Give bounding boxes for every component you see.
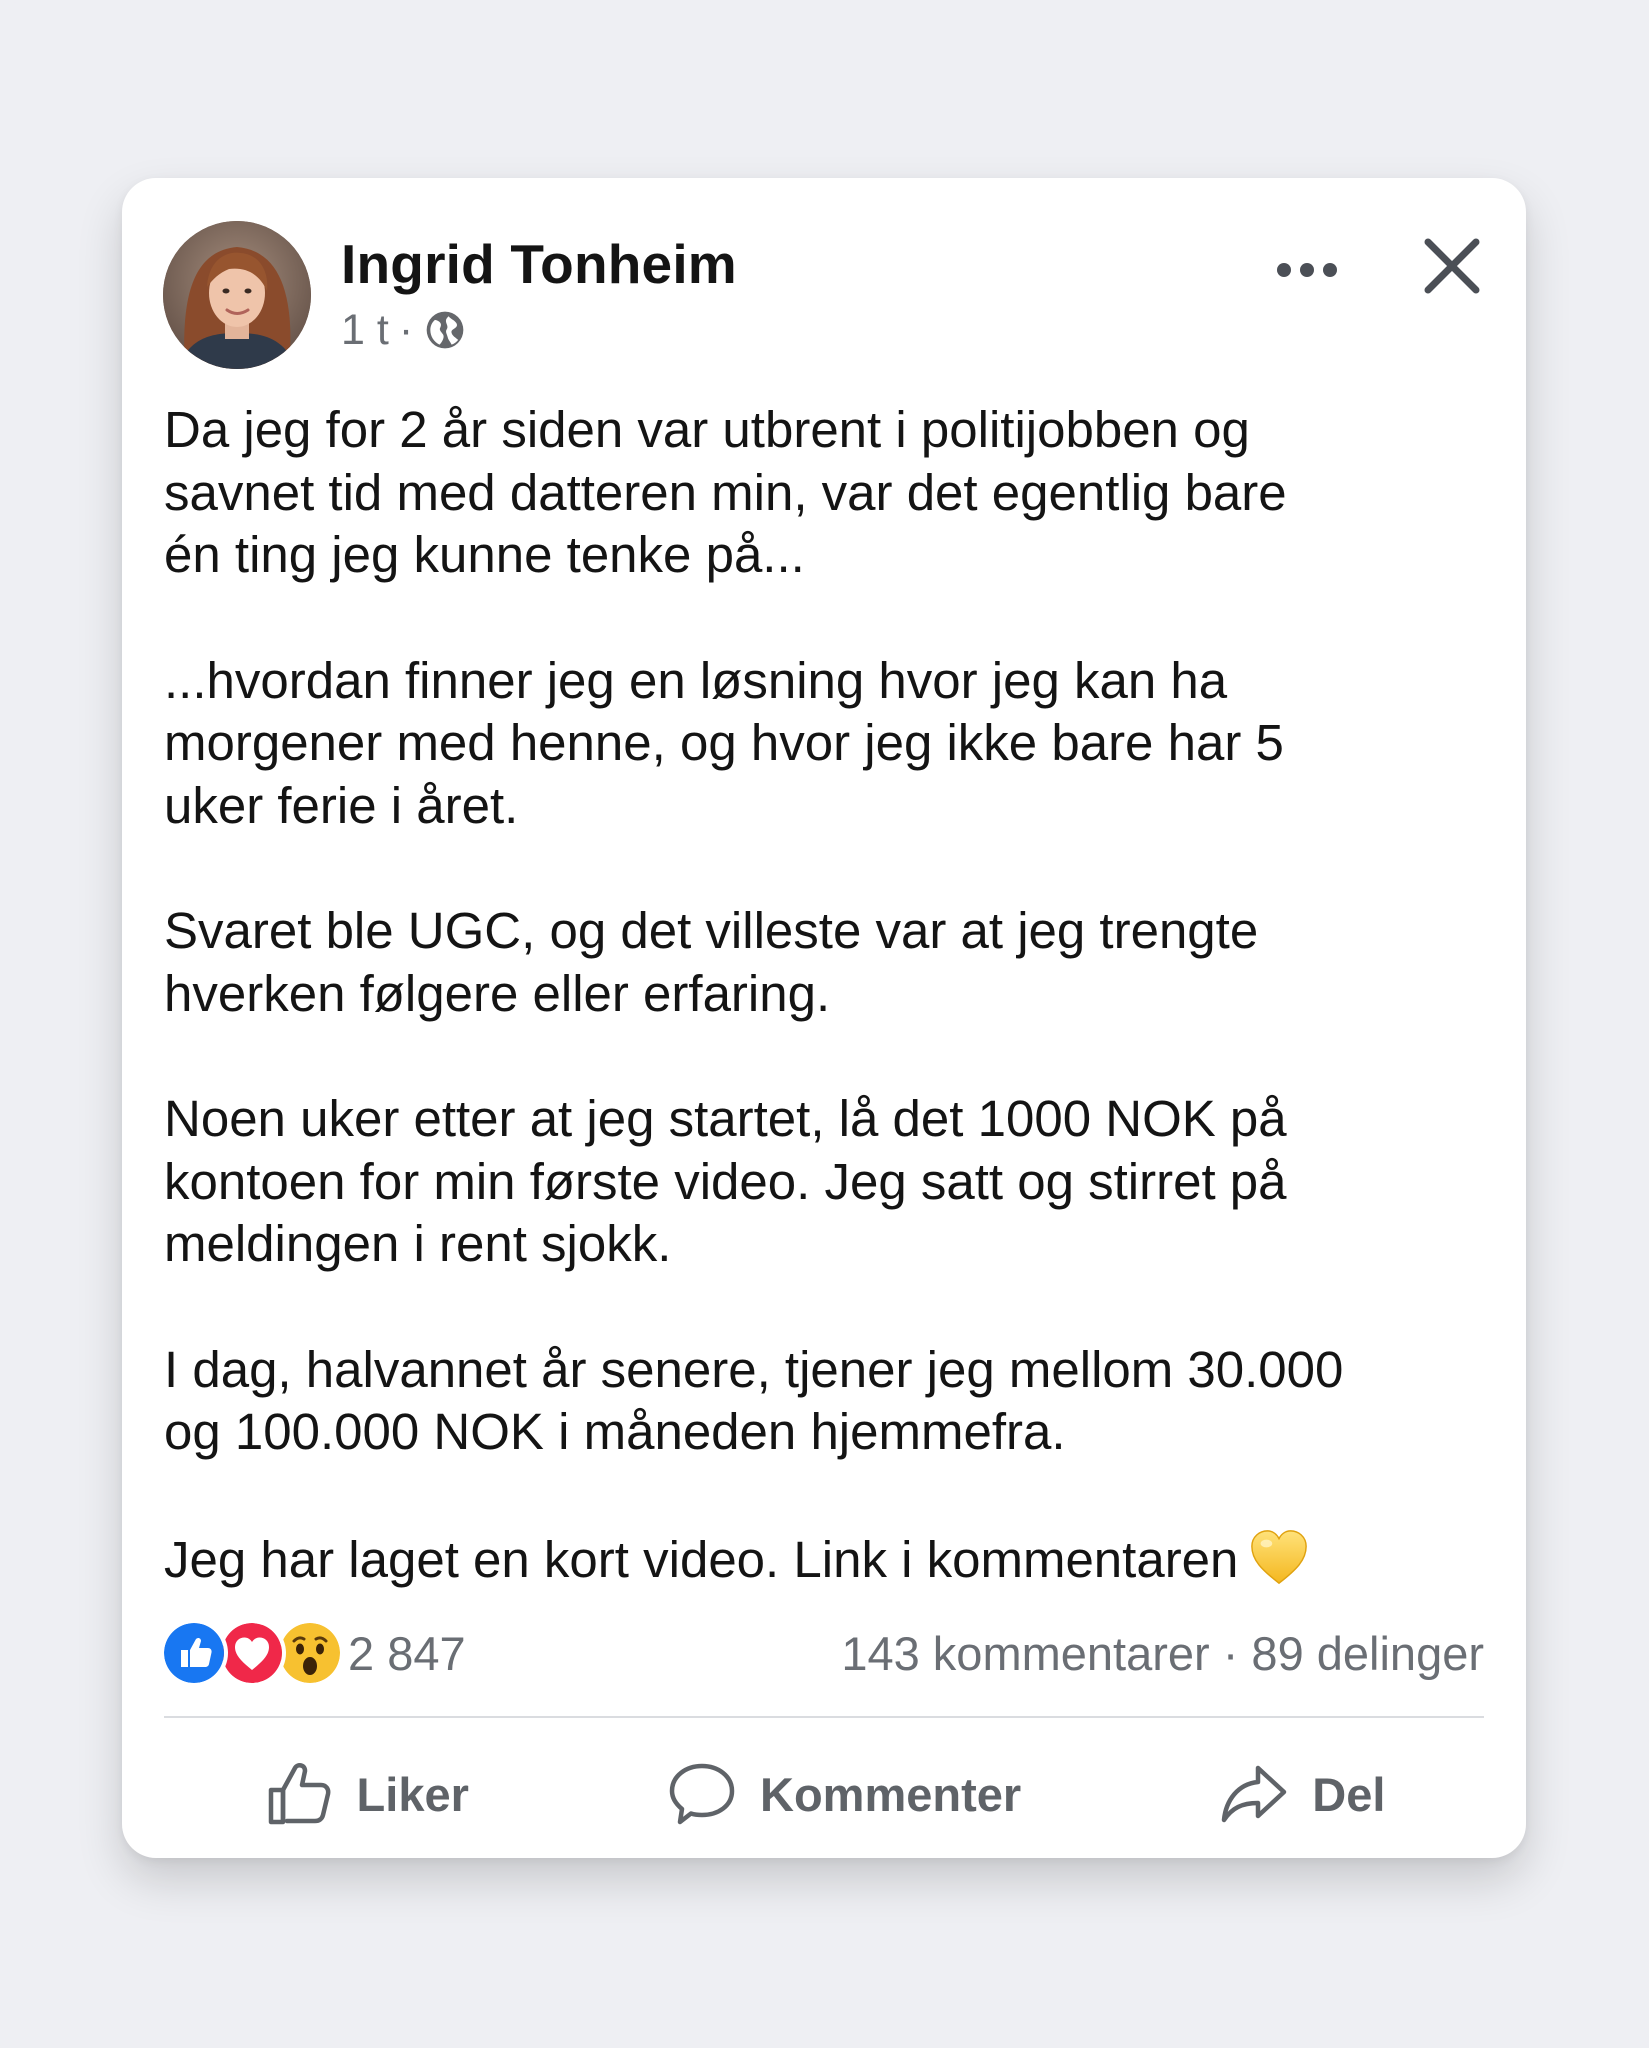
comment-label: Kommenter xyxy=(760,1767,1022,1821)
more-options-button[interactable] xyxy=(1262,248,1352,292)
like-button[interactable]: Liker xyxy=(243,1752,489,1836)
post-card: Ingrid Tonheim 1 t · Da jeg for 2 år sid… xyxy=(122,178,1526,1858)
avatar[interactable] xyxy=(163,221,311,369)
comment-button[interactable]: Kommenter xyxy=(646,1752,1041,1836)
author-name[interactable]: Ingrid Tonheim xyxy=(341,232,737,296)
action-bar: Liker Kommenter Del xyxy=(164,1748,1484,1840)
divider xyxy=(164,1716,1484,1718)
avatar-photo xyxy=(163,221,311,369)
comments-shares-count[interactable]: 143 kommentarer · 89 delinger xyxy=(841,1626,1484,1681)
share-arrow-icon xyxy=(1222,1765,1287,1823)
post-meta: 1 t · xyxy=(341,304,467,356)
share-button[interactable]: Del xyxy=(1198,1752,1405,1836)
post-paragraph: I dag, halvannet år senere, tjener jeg m… xyxy=(164,1340,1344,1461)
comment-bubble-icon xyxy=(669,1763,735,1825)
close-icon xyxy=(1424,238,1480,294)
share-label: Del xyxy=(1312,1767,1386,1821)
yellow-heart-icon xyxy=(1251,1529,1308,1584)
reactions-summary[interactable]: 2 847 xyxy=(164,1623,466,1683)
reaction-icons xyxy=(164,1623,342,1683)
globe-icon xyxy=(426,311,464,349)
close-button[interactable] xyxy=(1412,226,1492,306)
post-body: Da jeg for 2 år siden var utbrent i poli… xyxy=(164,399,1504,1591)
post-time[interactable]: 1 t xyxy=(341,306,389,355)
love-reaction-icon xyxy=(222,1623,282,1683)
closing-text: Jeg har laget en kort video. Link i komm… xyxy=(164,1530,1239,1588)
post-paragraph: Noen uker etter at jeg startet, lå det 1… xyxy=(164,1090,1287,1272)
meta-separator: · xyxy=(398,305,414,354)
reaction-count: 2 847 xyxy=(348,1626,466,1680)
post-paragraph: Svaret ble UGC, og det villeste var at j… xyxy=(164,902,1259,1022)
post-paragraph: Da jeg for 2 år siden var utbrent i poli… xyxy=(164,401,1287,583)
more-horizontal-icon xyxy=(1277,263,1337,277)
post-paragraph: ...hvordan finner jeg en løsning hvor je… xyxy=(164,651,1284,834)
post-closing-line: Jeg har laget en kort video. Link i komm… xyxy=(164,1527,1504,1592)
wow-reaction-icon xyxy=(280,1623,340,1683)
like-reaction-icon xyxy=(164,1623,224,1683)
page-background: Ingrid Tonheim 1 t · Da jeg for 2 år sid… xyxy=(0,0,1649,2048)
engagement-bar: 2 847 143 kommentarer · 89 delinger xyxy=(164,1618,1484,1688)
like-label: Liker xyxy=(356,1767,469,1821)
thumbs-up-icon xyxy=(268,1763,330,1825)
